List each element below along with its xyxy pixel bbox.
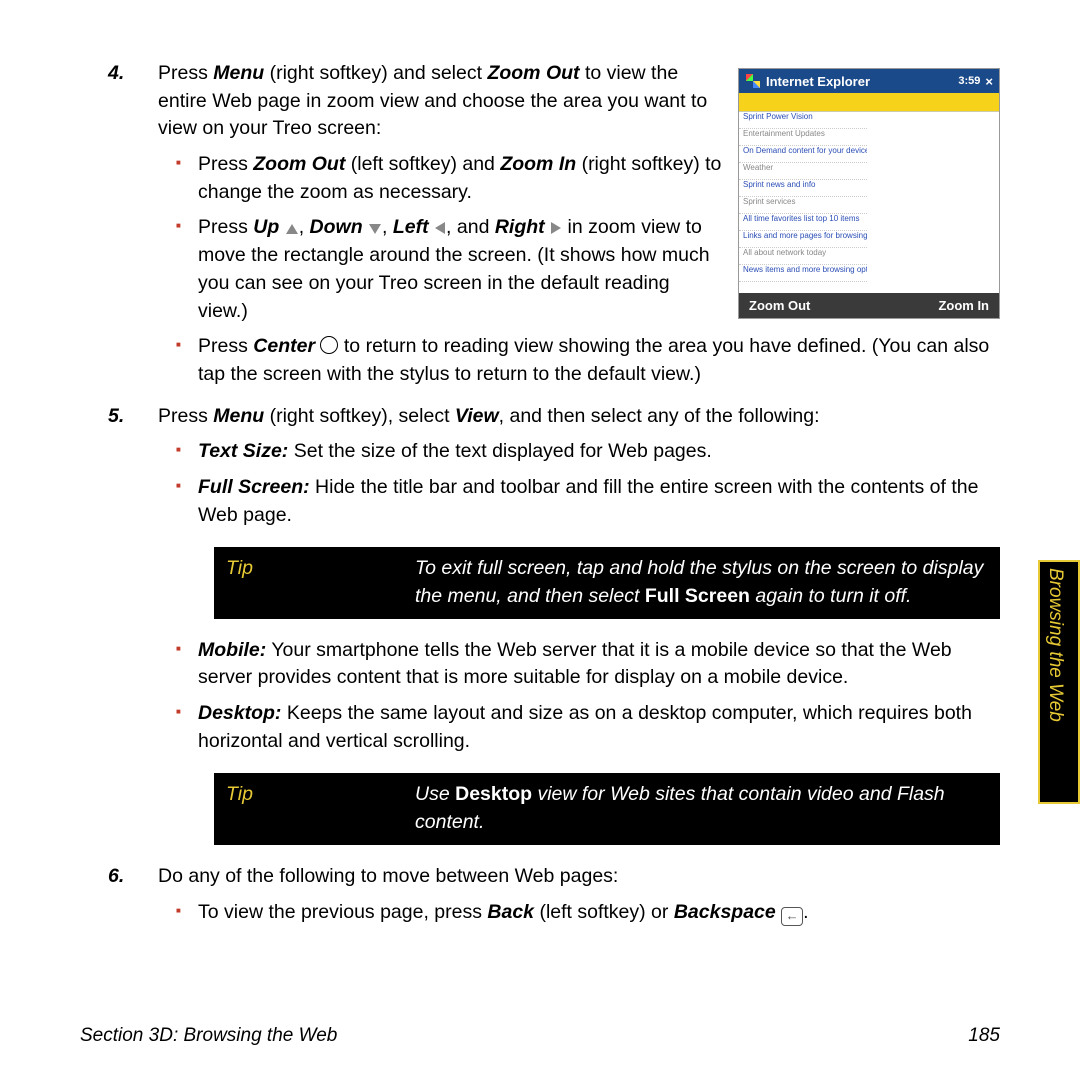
backspace-key-icon: ← bbox=[781, 907, 803, 926]
center-button-icon bbox=[320, 336, 338, 354]
step-number: 5. bbox=[108, 403, 124, 431]
step-5-textsize: Text Size: Set the size of the text disp… bbox=[158, 438, 1000, 466]
step-4-sub-2: Press Up , Down , Left , and Right in zo… bbox=[158, 214, 1000, 325]
down-arrow-icon bbox=[368, 223, 382, 235]
step-number: 6. bbox=[108, 863, 124, 891]
tip-label: Tip bbox=[214, 547, 403, 618]
footer-section: Section 3D: Browsing the Web bbox=[80, 1023, 337, 1050]
side-tab: Browsing the Web bbox=[1038, 560, 1080, 804]
up-arrow-icon bbox=[285, 223, 299, 235]
step-5-mobile: Mobile: Your smartphone tells the Web se… bbox=[158, 637, 1000, 692]
step-6: 6. Do any of the following to move betwe… bbox=[80, 863, 1000, 926]
tip-box-1: Tip To exit full screen, tap and hold th… bbox=[214, 547, 1000, 618]
tip-content: Use Desktop view for Web sites that cont… bbox=[403, 773, 1000, 844]
tip-box-2: Tip Use Desktop view for Web sites that … bbox=[214, 773, 1000, 844]
step-4-sub-1: Press Zoom Out (left softkey) and Zoom I… bbox=[158, 151, 1000, 206]
tip-content: To exit full screen, tap and hold the st… bbox=[403, 547, 1000, 618]
left-arrow-icon bbox=[434, 221, 446, 235]
step-4: 4. Press Menu (right softkey) and select… bbox=[80, 60, 1000, 389]
page-footer: Section 3D: Browsing the Web 185 bbox=[80, 1023, 1000, 1050]
page-content: Internet Explorer 3:59 × Sprint Power Vi… bbox=[80, 60, 1000, 1040]
step-number: 4. bbox=[108, 60, 124, 88]
footer-page-number: 185 bbox=[968, 1023, 1000, 1050]
step-6-sub-1: To view the previous page, press Back (l… bbox=[158, 899, 1000, 927]
side-tab-label: Browsing the Web bbox=[1041, 568, 1068, 722]
step-4-sub-3: Press Center to return to reading view s… bbox=[158, 333, 1000, 388]
step-5-desktop: Desktop: Keeps the same layout and size … bbox=[158, 700, 1000, 755]
tip-label: Tip bbox=[214, 773, 403, 844]
step-5: 5. Press Menu (right softkey), select Vi… bbox=[80, 403, 1000, 845]
right-arrow-icon bbox=[550, 221, 562, 235]
step-5-fullscreen: Full Screen: Hide the title bar and tool… bbox=[158, 474, 1000, 529]
